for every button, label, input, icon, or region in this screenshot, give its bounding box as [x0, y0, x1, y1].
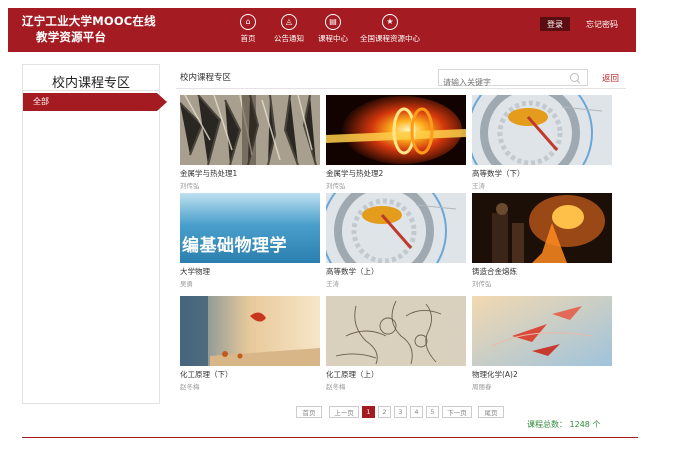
course-teacher: 赵冬梅 [180, 383, 200, 391]
sidebar: 校内课程专区 全部 [22, 64, 167, 404]
page-first-button[interactable]: 首页 [296, 406, 322, 418]
page-3-button[interactable]: 3 [394, 406, 407, 418]
page-title: 校内课程专区 [180, 73, 232, 83]
footer-divider [22, 437, 638, 438]
nav-courses-label: 课程中心 [318, 34, 348, 43]
course-title[interactable]: 物理化学(A)2 [472, 369, 612, 380]
course-card[interactable]: 金属学与热处理2 刘传弘 [326, 95, 466, 190]
course-title[interactable]: 化工原理（上） [326, 369, 466, 380]
nav-home-label: 首页 [240, 34, 256, 43]
course-title[interactable]: 金属学与热处理1 [180, 168, 320, 179]
course-card[interactable]: 金属学与热处理1 刘传弘 [180, 95, 320, 190]
back-link[interactable]: 返回 [602, 72, 619, 84]
course-teacher: 刘传弘 [326, 182, 346, 190]
page-last-button[interactable]: 尾页 [478, 406, 504, 418]
main-nav: ⌂ 首页 ◬ 公告通知 ▤ 课程中心 ★ 全国课程资源中心 [240, 14, 428, 44]
course-teacher: 王涛 [326, 280, 339, 288]
course-card[interactable]: 物理化学(A)2 周丽春 [472, 296, 612, 391]
course-total-count: 课程总数： 1248 个 [527, 420, 601, 429]
course-title[interactable]: 铸造合金熔炼 [472, 266, 612, 277]
course-card[interactable]: 铸造合金熔炼 刘传弘 [472, 193, 612, 288]
sidebar-item-all[interactable]: 全部 [23, 93, 167, 111]
search-box [438, 69, 588, 90]
course-thumbnail[interactable] [180, 296, 320, 366]
nav-courses[interactable]: ▤ 课程中心 [318, 14, 348, 44]
page-5-button[interactable]: 5 [426, 406, 439, 418]
course-teacher: 赵冬梅 [326, 383, 346, 391]
course-title[interactable]: 高等数学（下） [472, 168, 612, 179]
site-title[interactable]: 辽宁工业大学MOOC在线 教学资源平台 [22, 13, 156, 45]
course-teacher: 刘传弘 [472, 280, 492, 288]
notice-icon: ◬ [281, 14, 297, 30]
course-thumbnail[interactable] [472, 193, 612, 263]
site-header: 辽宁工业大学MOOC在线 教学资源平台 ⌂ 首页 ◬ 公告通知 ▤ 课程中心 ★… [8, 8, 636, 52]
page-2-button[interactable]: 2 [378, 406, 391, 418]
course-thumbnail[interactable] [326, 296, 466, 366]
forgot-password-link[interactable]: 忘记密码 [586, 19, 618, 30]
pagination: 首页 上一页 1 2 3 4 5 下一页 尾页 [296, 406, 507, 418]
title-divider [176, 88, 626, 89]
course-card[interactable]: 化工原理（上） 赵冬梅 [326, 296, 466, 391]
course-icon: ▤ [325, 14, 341, 30]
course-thumbnail[interactable]: 编基础物理学 [180, 193, 320, 263]
course-title[interactable]: 高等数学（上） [326, 266, 466, 277]
nav-national-resources[interactable]: ★ 全国课程资源中心 [360, 14, 420, 44]
course-title[interactable]: 化工原理（下） [180, 369, 320, 380]
search-icon[interactable] [570, 73, 579, 82]
nav-national-resources-label: 全国课程资源中心 [360, 34, 420, 43]
course-thumbnail[interactable] [472, 95, 612, 165]
course-teacher: 刘传弘 [180, 182, 200, 190]
page-1-button[interactable]: 1 [362, 406, 375, 418]
page-next-button[interactable]: 下一页 [442, 406, 472, 418]
course-title[interactable]: 大学物理 [180, 266, 320, 277]
course-card[interactable]: 化工原理（下） 赵冬梅 [180, 296, 320, 391]
page-prev-button[interactable]: 上一页 [329, 406, 359, 418]
course-card[interactable]: 编基础物理学 大学物理 吴勇 [180, 193, 320, 288]
course-card[interactable]: 高等数学（上） 王涛 [326, 193, 466, 288]
course-thumbnail[interactable] [180, 95, 320, 165]
star-icon: ★ [382, 14, 398, 30]
thumbnail-text: 编基础物理学 [182, 236, 287, 256]
course-teacher: 周丽春 [472, 383, 492, 391]
course-thumbnail[interactable] [326, 193, 466, 263]
site-title-line1: 辽宁工业大学MOOC在线 [22, 14, 156, 28]
course-card[interactable]: 高等数学（下） 王涛 [472, 95, 612, 190]
login-button[interactable]: 登录 [540, 17, 570, 31]
page-4-button[interactable]: 4 [410, 406, 423, 418]
home-icon: ⌂ [240, 14, 256, 30]
course-title[interactable]: 金属学与热处理2 [326, 168, 466, 179]
nav-notices[interactable]: ◬ 公告通知 [274, 14, 304, 44]
sidebar-title: 校内课程专区 [23, 65, 159, 91]
course-teacher: 王涛 [472, 182, 485, 190]
site-title-line2: 教学资源平台 [36, 30, 107, 44]
nav-home[interactable]: ⌂ 首页 [240, 14, 256, 44]
course-thumbnail[interactable] [472, 296, 612, 366]
course-thumbnail[interactable] [326, 95, 466, 165]
course-teacher: 吴勇 [180, 280, 193, 288]
nav-notices-label: 公告通知 [274, 34, 304, 43]
